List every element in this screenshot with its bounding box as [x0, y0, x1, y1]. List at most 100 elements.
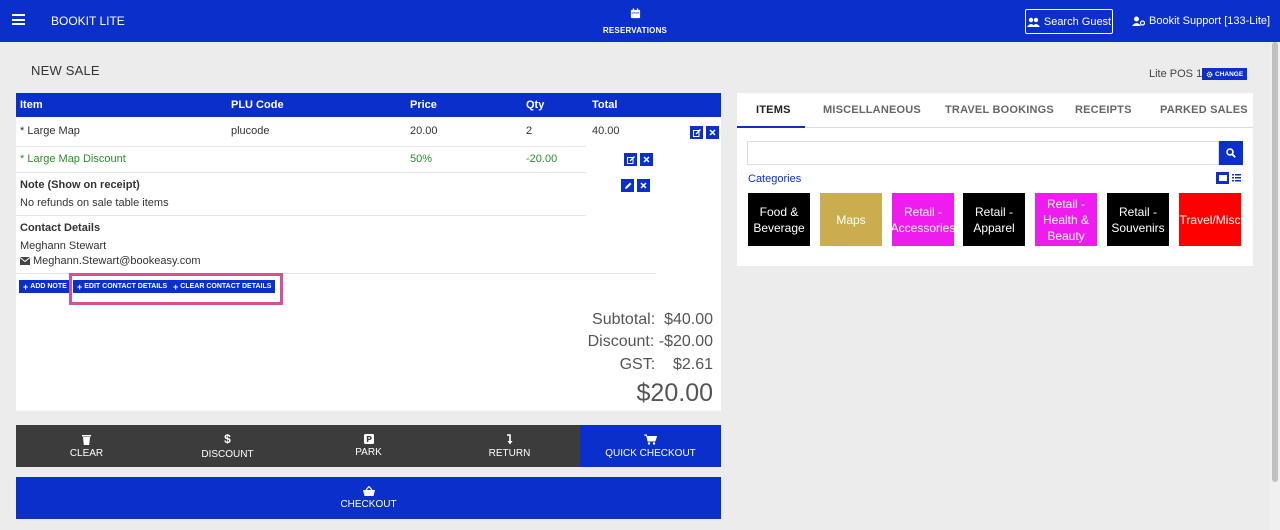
tab-parked-sales[interactable]: PARKED SALES [1160, 104, 1248, 116]
contact-name-value: Meghann Stewart [20, 240, 107, 252]
parking-icon: P [363, 434, 374, 444]
search-guest-label: Search Guest [1043, 15, 1112, 28]
add-note-label: ADD NOTE [30, 283, 67, 290]
list-view-icon [1231, 174, 1241, 182]
close-icon [709, 129, 716, 136]
search-button[interactable] [1219, 141, 1243, 165]
col-total: Total [592, 99, 618, 111]
pencil-icon [624, 182, 631, 189]
action-bar: CLEAR $ DISCOUNT P PARK RETURN QUICK CHE… [16, 425, 721, 467]
scrollbar-thumb[interactable] [1272, 42, 1278, 482]
gear-icon [1206, 71, 1213, 77]
quick-checkout-button[interactable]: QUICK CHECKOUT [580, 425, 721, 467]
plus-icon: + [23, 281, 29, 292]
col-plu: PLU Code [231, 99, 284, 111]
discount-button[interactable]: $ DISCOUNT [157, 425, 298, 467]
return-label: RETURN [488, 447, 531, 459]
tab-receipts[interactable]: RECEIPTS [1075, 104, 1132, 116]
contact-heading-text: Contact Details [20, 222, 101, 234]
row-total: 40.00 [592, 125, 620, 137]
grid-view-toggle[interactable] [1216, 172, 1229, 184]
row-price: 20.00 [410, 125, 438, 137]
list-view-toggle[interactable] [1230, 172, 1242, 184]
category-tile[interactable]: Food & Beverage [748, 193, 810, 246]
nav-reservations[interactable]: RESERVATIONS [590, 8, 680, 36]
add-note-button[interactable]: + ADD NOTE [19, 280, 71, 293]
gst-value: $2.61 [672, 356, 713, 373]
row-item: * Large Map Discount [20, 153, 126, 165]
change-pos-label: CHANGE [1215, 70, 1244, 78]
search-icon [1226, 148, 1236, 158]
gst-line: GST: $2.61 [620, 356, 713, 374]
change-pos-button[interactable]: CHANGE [1202, 68, 1248, 80]
category-tile[interactable]: Maps [820, 193, 882, 246]
tab-items[interactable]: ITEMS [756, 104, 791, 116]
checkout-button[interactable]: CHECKOUT [16, 477, 721, 519]
edit-icon [626, 155, 635, 164]
subtotal-value: $40.00 [664, 311, 713, 328]
row-plu: plucode [231, 125, 270, 137]
return-arrow-icon [506, 433, 512, 444]
category-tile[interactable]: Retail - Souvenirs [1107, 193, 1169, 246]
user-menu[interactable]: Bookit Support [133-Lite] [1132, 15, 1270, 27]
edit-note-button[interactable] [621, 179, 634, 192]
row-divider [16, 146, 586, 147]
clear-button[interactable]: CLEAR [16, 425, 157, 467]
close-icon [643, 156, 650, 163]
remove-note-button[interactable] [637, 179, 650, 192]
gst-label: GST: [619, 356, 656, 373]
trash-icon [82, 434, 91, 445]
cart-icon [644, 434, 657, 445]
note-text-value: No refunds on sale table items [20, 197, 169, 209]
user-name: Bookit Support [133-Lite] [1149, 15, 1271, 27]
row-qty: 2 [526, 125, 533, 137]
menu-icon[interactable] [12, 14, 25, 25]
pos-label: Lite POS 1 [1149, 68, 1203, 80]
checkout-label: CHECKOUT [340, 499, 397, 510]
clear-label: CLEAR [69, 447, 104, 459]
contact-email-value: Meghann.Stewart@bookeasy.com [33, 255, 201, 267]
users-icon [1026, 17, 1040, 27]
note-heading-text: Note (Show on receipt) [20, 179, 140, 191]
sale-panel: Item PLU Code Price Qty Total * Large Ma… [16, 93, 721, 411]
category-tile[interactable]: Retail - Accessories [892, 193, 954, 246]
active-tab-indicator [737, 126, 805, 128]
sale-table-header: Item PLU Code Price Qty Total [16, 93, 721, 117]
discount-label: Discount: [587, 333, 655, 350]
tab-miscellaneous[interactable]: MISCELLANEOUS [823, 104, 921, 116]
basket-icon [362, 486, 375, 496]
remove-item-button[interactable] [706, 126, 719, 139]
page-title: NEW SALE [31, 63, 100, 78]
item-search-input[interactable] [747, 141, 1219, 165]
search-guest-button[interactable]: Search Guest [1025, 9, 1113, 34]
grid-view-icon [1218, 175, 1227, 181]
envelope-icon [20, 257, 30, 265]
top-bar: BOOKIT LITE RESERVATIONS Search Guest Bo… [0, 0, 1280, 42]
park-label: PARK [355, 447, 382, 458]
discount-value: -$20.00 [658, 333, 713, 350]
subtotal-label: Subtotal: [592, 311, 656, 328]
dollar-icon: $ [224, 432, 231, 446]
park-button[interactable]: P PARK [298, 425, 439, 467]
col-item: Item [20, 99, 43, 111]
col-qty: Qty [526, 99, 545, 111]
row-item: * Large Map [20, 125, 80, 137]
close-icon [640, 182, 647, 189]
edit-item-button[interactable] [690, 126, 703, 139]
subtotal-line: Subtotal: $40.00 [592, 311, 713, 329]
edit-icon [692, 128, 701, 137]
remove-discount-button[interactable] [640, 153, 653, 166]
user-cog-icon [1132, 16, 1145, 26]
category-tile[interactable]: Retail - Health & Beauty [1035, 193, 1097, 246]
discount-label: DISCOUNT [201, 449, 254, 460]
tab-travel-bookings[interactable]: TRAVEL BOOKINGS [945, 104, 1054, 116]
category-tile[interactable]: Retail - Apparel [963, 193, 1025, 246]
return-button[interactable]: RETURN [439, 425, 580, 467]
page-scrollbar[interactable] [1270, 42, 1280, 530]
catalog-panel: ITEMS MISCELLANEOUS TRAVEL BOOKINGS RECE… [737, 93, 1253, 266]
grand-total: $20.00 [636, 379, 713, 407]
category-tile[interactable]: Travel/Misc [1179, 193, 1241, 246]
categories-label: Categories [748, 173, 802, 185]
row-divider [16, 215, 586, 216]
edit-discount-button[interactable] [624, 153, 637, 166]
